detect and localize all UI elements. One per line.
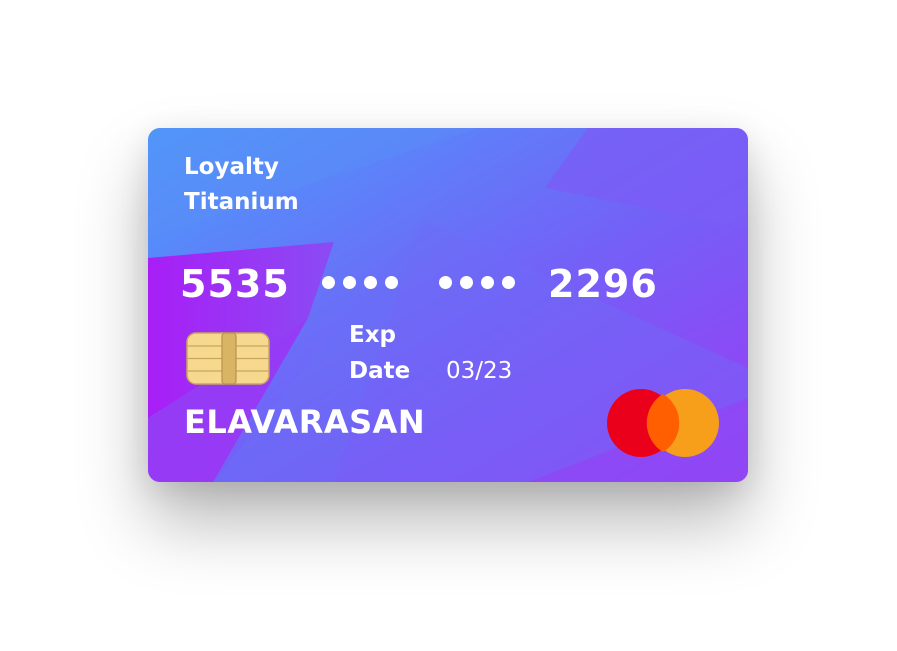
mask-dot [343,275,356,289]
card-number-last-group: 2296 [548,262,658,306]
mask-dot [322,275,335,289]
mask-dot [364,275,377,289]
credit-card: Loyalty Titanium 5535 2296 Exp Date 03/2… [148,128,748,482]
emv-chip-icon [186,332,270,385]
mask-dot [502,275,515,289]
expiry-label-line1: Exp [349,322,397,348]
mask-dot [439,275,452,289]
cardholder-name: ELAVARASAN [184,403,426,441]
card-tier-line1: Loyalty [184,154,279,180]
card-number-first-group: 5535 [180,262,290,306]
mask-dot [385,275,398,289]
expiry-date-value: 03/23 [446,358,513,384]
expiry-label-line2: Date [349,358,411,384]
mastercard-logo-icon [607,389,719,457]
card-tier-line2: Titanium [184,189,299,215]
mask-dot [460,275,473,289]
mask-dot [481,275,494,289]
card-number-masked-group-1 [322,272,398,292]
page-background: Loyalty Titanium 5535 2296 Exp Date 03/2… [0,0,897,651]
card-number-masked-group-2 [439,272,515,292]
